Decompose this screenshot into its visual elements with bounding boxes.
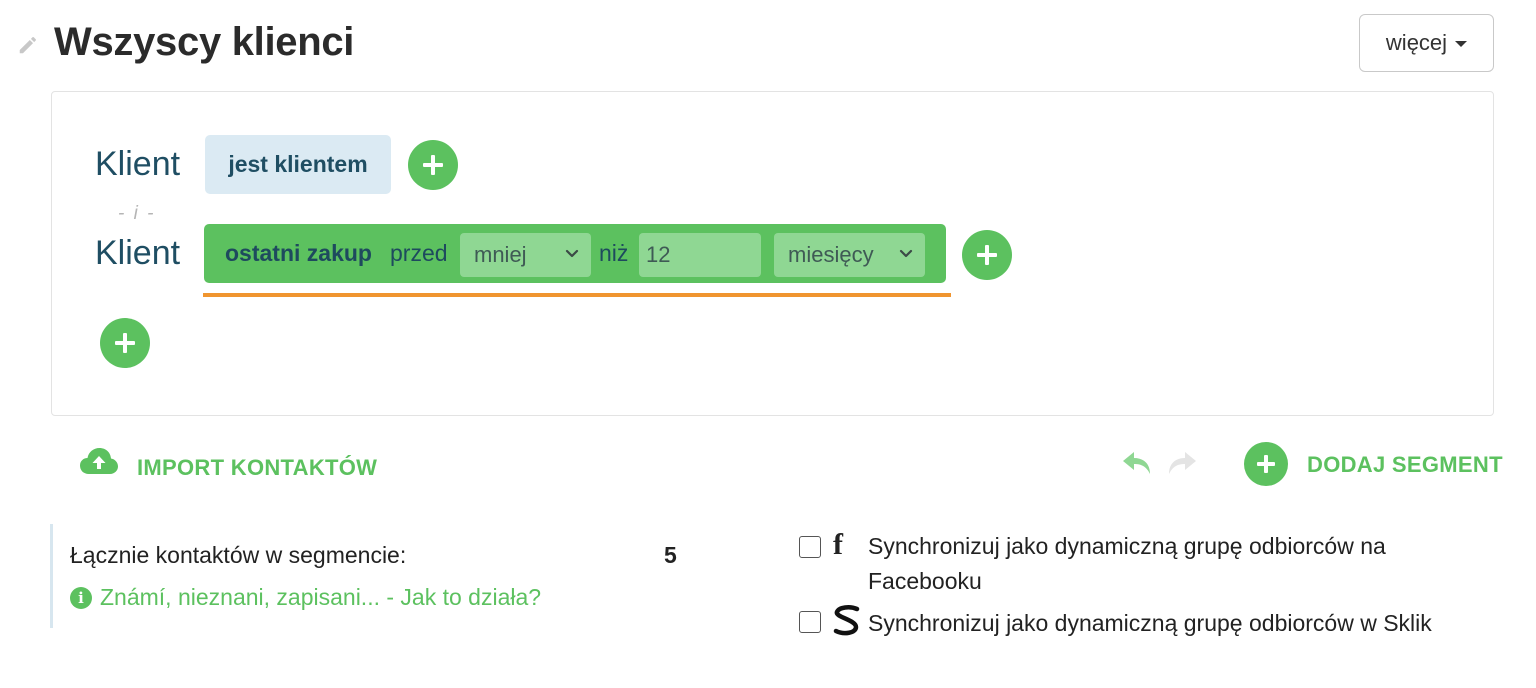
chevron-down-icon (565, 249, 579, 258)
and-separator: - i - (118, 203, 156, 224)
unit-select-value: miesięcy (788, 242, 874, 267)
more-button-label: więcej (1385, 30, 1448, 55)
unit-select[interactable]: miesięcy (774, 233, 925, 277)
comparison-select-value: mniej (474, 242, 527, 267)
add-segment-label[interactable]: DODAJ SEGMENT (1307, 452, 1503, 478)
page-title: Wszyscy klienci (54, 20, 355, 64)
add-condition-group-button[interactable] (100, 318, 150, 368)
facebook-sync-checkbox[interactable] (799, 536, 821, 558)
undo-icon[interactable] (1120, 448, 1156, 480)
facebook-sync-label: Synchronizuj jako dynamiczną grupę odbio… (868, 533, 1386, 594)
sklik-sync-label: Synchronizuj jako dynamiczną grupę odbio… (868, 610, 1432, 636)
comparison-select[interactable]: mniej (460, 233, 591, 277)
condition-row-label: Klient (95, 145, 181, 183)
contacts-total-value: 5 (664, 542, 677, 568)
condition-block-last-purchase[interactable]: ostatni zakup przed mniej niż 12 miesięc… (204, 224, 946, 283)
condition-highlight-underline (203, 293, 951, 297)
add-condition-button[interactable] (408, 140, 458, 190)
help-link-text: Známí, nieznani, zapisani... - Jak to dz… (100, 584, 542, 610)
import-contacts-button[interactable] (79, 446, 119, 478)
condition-row-label: Klient (95, 234, 181, 272)
cloud-upload-icon (80, 448, 118, 474)
facebook-icon: f (833, 528, 843, 561)
import-contacts-label[interactable]: IMPORT KONTAKTÓW (137, 455, 377, 481)
info-icon: i (70, 586, 92, 609)
sklik-icon (833, 605, 860, 636)
add-segment-icon[interactable] (1244, 442, 1288, 486)
chevron-down-icon (899, 249, 913, 258)
redo-icon[interactable] (1163, 448, 1199, 480)
add-condition-button[interactable] (962, 230, 1012, 280)
condition-text-between: niż (599, 240, 629, 266)
sklik-sync-checkbox[interactable] (799, 611, 821, 633)
caret-down-icon (1455, 41, 1468, 47)
edit-pencil-icon[interactable] (17, 34, 39, 56)
condition-text-before: przed (390, 240, 448, 266)
more-dropdown-button[interactable]: więcej (1359, 14, 1494, 72)
months-value-input[interactable]: 12 (639, 233, 761, 277)
help-link[interactable]: i Známí, nieznani, zapisani... - Jak to … (70, 584, 541, 611)
condition-name: ostatni zakup (225, 240, 372, 266)
stats-border (50, 524, 53, 628)
condition-chip-is-client[interactable]: jest klientem (205, 135, 391, 194)
contacts-total-label: Łącznie kontaktów w segmencie: (70, 542, 407, 568)
